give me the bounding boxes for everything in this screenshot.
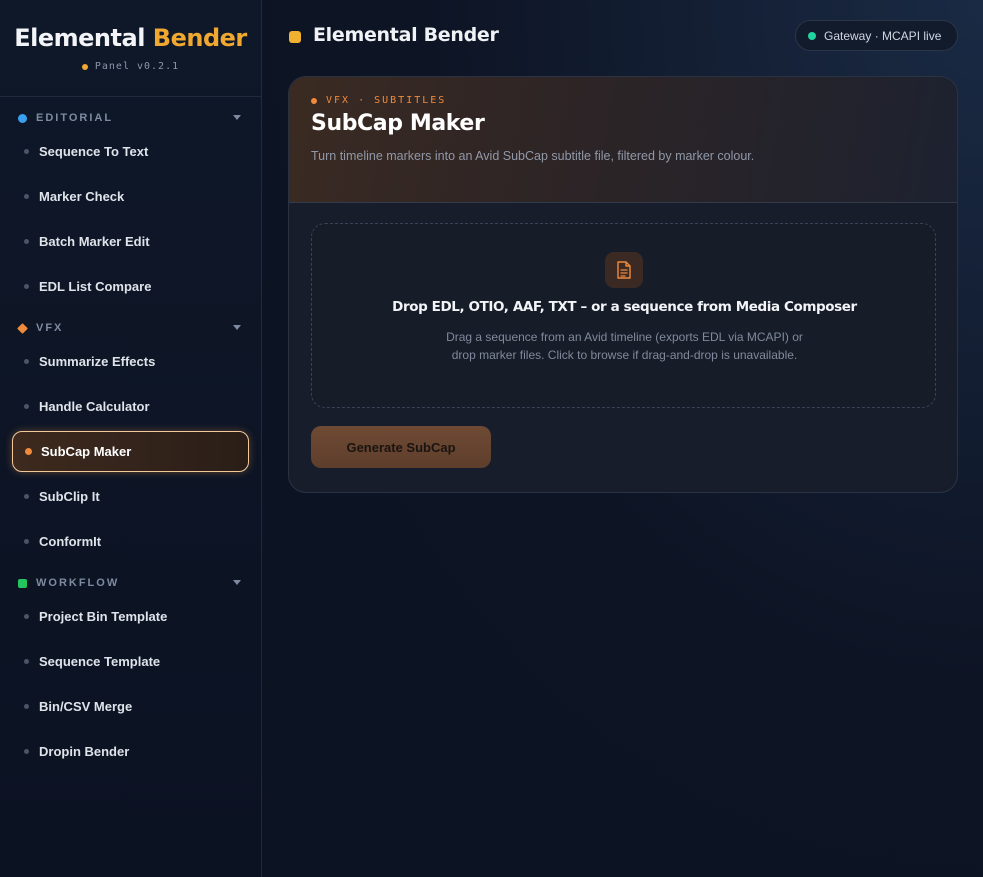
chevron-down-icon[interactable] [233,115,241,120]
file-text-icon [605,252,643,288]
bullet-icon [24,613,29,619]
generate-button-label: Generate SubCap [346,439,456,455]
eyebrow-dot-icon [311,97,317,104]
sidebar-item-label: Sequence To Text [39,143,149,159]
status-dot-icon [808,31,816,40]
sidebar-item-sequence-to-text[interactable]: Sequence To Text [12,132,249,170]
workflow-square-icon [18,578,27,588]
sidebar-item-marker-check[interactable]: Marker Check [12,177,249,215]
sidebar-item-label: Marker Check [39,188,125,204]
section-label-vfx: VFX [36,322,64,334]
chevron-down-icon[interactable] [233,580,241,585]
version-text: Panel v0.2.1 [94,61,180,72]
sidebar-item-bin-csv-merge[interactable]: Bin/CSV Merge [12,687,249,725]
sidebar-item-dropin-bender[interactable]: Dropin Bender [12,732,249,770]
sidebar-item-label: Sequence Template [39,653,161,669]
bullet-icon [24,283,29,289]
sidebar-item-label: Project Bin Template [39,608,168,624]
bullet-icon [24,358,29,364]
version-label: Panel v0.2.1 [0,61,261,72]
sidebar-item-label: ConformIt [39,533,102,549]
sidebar-item-label: Bin/CSV Merge [39,698,133,714]
section-header-editorial[interactable]: EDITORIAL [0,108,262,128]
sidebar-item-summarize-effects[interactable]: Summarize Effects [12,342,249,380]
sidebar-item-label: SubClip It [39,488,100,504]
sidebar-item-subcap-maker[interactable]: SubCap Maker [12,431,249,472]
brand-title-accent: Bender [152,24,247,52]
bullet-icon [24,493,29,499]
card-title: SubCap Maker [311,111,485,136]
sidebar-item-label: EDL List Compare [39,278,152,294]
bullet-icon [25,448,32,455]
sidebar-item-batch-marker-edit[interactable]: Batch Marker Edit [12,222,249,260]
sidebar-item-label: SubCap Maker [41,444,132,459]
app-window: Elemental Bender Panel v0.2.1 EDITORIAL … [0,0,983,877]
main-panel: Elemental Bender Gateway · MCAPI live VF… [262,0,983,877]
file-dropzone[interactable]: Drop EDL, OTIO, AAF, TXT – or a sequence… [311,223,936,408]
bullet-icon [24,193,29,199]
generate-subcap-button[interactable]: Generate SubCap [311,426,491,468]
page-title: Elemental Bender [313,24,499,46]
section-header-workflow[interactable]: WORKFLOW [0,573,262,593]
sidebar-item-label: Handle Calculator [39,398,150,414]
bullet-icon [24,238,29,244]
gateway-status-badge[interactable]: Gateway · MCAPI live [795,20,958,51]
chevron-down-icon[interactable] [233,325,241,330]
sidebar-item-handle-calculator[interactable]: Handle Calculator [12,387,249,425]
vfx-diamond-icon [17,322,28,334]
app-logo-icon [289,31,301,43]
section-label-editorial: EDITORIAL [36,112,114,124]
card-eyebrow: VFX · SUBTITLES [311,95,446,106]
dropzone-subtitle: Drag a sequence from an Avid timeline (e… [446,330,803,362]
brand-title: Elemental Bender [0,24,261,52]
version-dot-icon [81,63,88,70]
bullet-icon [24,658,29,664]
sidebar-item-edl-list-compare[interactable]: EDL List Compare [12,267,249,305]
gateway-status-text: Gateway · MCAPI live [824,28,942,43]
sidebar-item-project-bin-template[interactable]: Project Bin Template [12,597,249,635]
sidebar-item-label: Dropin Bender [39,743,130,759]
bullet-icon [24,148,29,154]
bullet-icon [24,538,29,544]
dropzone-title: Drop EDL, OTIO, AAF, TXT – or a sequence… [392,299,857,315]
sidebar-item-label: Summarize Effects [39,353,156,369]
sidebar: Elemental Bender Panel v0.2.1 EDITORIAL … [0,0,262,877]
card-header: VFX · SUBTITLES SubCap Maker Turn timeli… [289,77,957,203]
bullet-icon [24,703,29,709]
sidebar-item-label: Batch Marker Edit [39,233,150,249]
tool-card: VFX · SUBTITLES SubCap Maker Turn timeli… [288,76,958,493]
section-header-vfx[interactable]: VFX [0,318,262,338]
eyebrow-text: VFX · SUBTITLES [326,95,447,106]
card-description: Turn timeline markers into an Avid SubCa… [311,149,755,163]
section-label-workflow: WORKFLOW [36,577,120,589]
sidebar-item-conformit[interactable]: ConformIt [12,522,249,560]
brand-title-main: Elemental [14,24,145,52]
bullet-icon [24,748,29,754]
sidebar-item-subclip-it[interactable]: SubClip It [12,477,249,515]
sidebar-item-sequence-template[interactable]: Sequence Template [12,642,249,680]
brand: Elemental Bender Panel v0.2.1 [0,0,261,97]
bullet-icon [24,403,29,409]
editorial-dot-icon [18,113,27,123]
